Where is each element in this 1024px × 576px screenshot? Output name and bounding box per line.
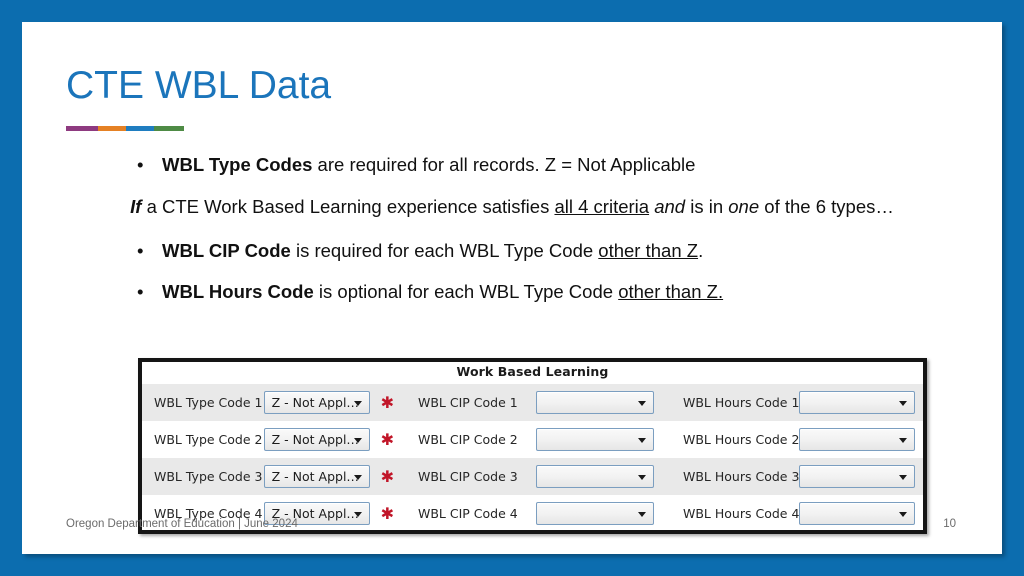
- wbl-type-code-3-value: Z - Not Appl…: [271, 469, 359, 484]
- chevron-down-icon: [353, 511, 362, 517]
- wbl-hours-code-3-group: WBL Hours Code 3: [659, 465, 915, 488]
- required-asterisk-icon: ✱: [380, 466, 394, 486]
- bullet-dot-icon: •: [137, 154, 144, 175]
- page-title: CTE WBL Data: [66, 64, 332, 107]
- wbl-cip-code-4-select[interactable]: [536, 502, 654, 525]
- wbl-cip-code-3-group: WBL CIP Code 3: [394, 465, 659, 488]
- bullet-dot-icon: •: [137, 280, 144, 302]
- bullet-4-underlined: other than Z.: [618, 280, 724, 302]
- chevron-down-icon: [353, 474, 362, 480]
- form-header: Work Based Learning: [142, 362, 923, 384]
- slide-page-number: 10: [943, 518, 956, 530]
- bullet-wbl-cip-code: • WBL CIP Code is required for each WBL T…: [22, 240, 1002, 262]
- table-row: WBL Type Code 1 Z - Not Appl… ✱ WBL CIP …: [142, 384, 923, 421]
- accent-segment-green: [154, 126, 184, 131]
- footer-attribution: Oregon Department of Education | June 20…: [66, 518, 298, 530]
- required-asterisk-icon: ✱: [380, 429, 394, 449]
- accent-segment-purple: [66, 126, 98, 131]
- bullet-1-bold-lead: WBL Type Codes: [162, 154, 313, 175]
- form-section-title: Work Based Learning: [456, 364, 609, 379]
- wbl-type-code-1-label: WBL Type Code 1: [154, 395, 263, 410]
- wbl-hours-code-4-select[interactable]: [799, 502, 915, 525]
- wbl-hours-code-2-group: WBL Hours Code 2: [659, 428, 915, 451]
- wbl-cip-code-1-label: WBL CIP Code 1: [418, 395, 518, 410]
- bullet-1-rest: are required for all records. Z = Not Ap…: [312, 154, 696, 175]
- wbl-hours-code-3-select[interactable]: [799, 465, 915, 488]
- wbl-type-code-3-select[interactable]: Z - Not Appl…: [263, 465, 370, 488]
- statement-part2: is in: [685, 196, 729, 218]
- table-row: WBL Type Code 2 Z - Not Appl… ✱ WBL CIP …: [142, 421, 923, 458]
- bullet-3-underlined: other than Z: [598, 240, 699, 262]
- wbl-hours-code-4-group: WBL Hours Code 4: [659, 502, 915, 525]
- wbl-cip-code-4-label: WBL CIP Code 4: [418, 506, 518, 521]
- wbl-cip-code-2-group: WBL CIP Code 2: [394, 428, 659, 451]
- wbl-type-code-3-group: WBL Type Code 3 Z - Not Appl… ✱: [142, 465, 394, 488]
- bullet-3-bold-lead: WBL CIP Code: [162, 240, 291, 262]
- body-copy: • WBL Type Codes are required for all rec…: [22, 154, 1002, 303]
- wbl-hours-code-4-label: WBL Hours Code 4: [683, 506, 800, 521]
- wbl-hours-code-1-label: WBL Hours Code 1: [683, 395, 800, 410]
- bullet-3-tail: .: [698, 240, 704, 262]
- chevron-down-icon: [638, 437, 646, 443]
- bullet-4-mid: is optional for each WBL Type Code: [313, 280, 619, 302]
- bullet-3-mid: is required for each WBL Type Code: [290, 240, 599, 262]
- wbl-hours-code-1-group: WBL Hours Code 1: [659, 391, 915, 414]
- slide-canvas: CTE WBL Data • WBL Type Codes are require…: [22, 22, 1002, 554]
- wbl-cip-code-4-group: WBL CIP Code 4: [394, 502, 659, 525]
- wbl-cip-code-1-group: WBL CIP Code 1: [394, 391, 659, 414]
- wbl-hours-code-2-select[interactable]: [799, 428, 915, 451]
- required-asterisk-icon: ✱: [380, 503, 394, 523]
- wbl-type-code-2-group: WBL Type Code 2 Z - Not Appl… ✱: [142, 428, 394, 451]
- chevron-down-icon: [638, 400, 646, 406]
- slide-frame: CTE WBL Data • WBL Type Codes are require…: [0, 0, 1024, 576]
- wbl-type-code-2-label: WBL Type Code 2: [154, 432, 263, 447]
- required-asterisk-icon: ✱: [380, 392, 394, 412]
- wbl-type-code-1-group: WBL Type Code 1 Z - Not Appl… ✱: [142, 391, 394, 414]
- wbl-type-code-3-label: WBL Type Code 3: [154, 469, 263, 484]
- wbl-cip-code-3-select[interactable]: [536, 465, 654, 488]
- bullet-wbl-hours-code: • WBL Hours Code is optional for each WBL…: [22, 281, 1002, 303]
- bullet-wbl-type-codes: • WBL Type Codes are required for all rec…: [22, 154, 1002, 176]
- wbl-type-code-2-select[interactable]: Z - Not Appl…: [263, 428, 370, 451]
- wbl-hours-code-1-select[interactable]: [799, 391, 915, 414]
- accent-segment-orange: [97, 126, 127, 131]
- wbl-type-code-1-select[interactable]: Z - Not Appl…: [263, 391, 370, 414]
- wbl-cip-code-1-select[interactable]: [536, 391, 654, 414]
- wbl-cip-code-2-select[interactable]: [536, 428, 654, 451]
- wbl-cip-code-3-label: WBL CIP Code 3: [418, 469, 518, 484]
- wbl-cip-code-2-label: WBL CIP Code 2: [418, 432, 518, 447]
- accent-segment-blue: [126, 126, 155, 131]
- chevron-down-icon: [899, 400, 907, 406]
- table-row: WBL Type Code 3 Z - Not Appl… ✱ WBL CIP …: [142, 458, 923, 495]
- conditional-statement-line: If a CTE Work Based Learning experience …: [22, 196, 1002, 218]
- statement-one: one: [728, 196, 760, 218]
- chevron-down-icon: [353, 400, 362, 406]
- title-accent-rule: [66, 126, 184, 131]
- wbl-type-code-2-value: Z - Not Appl…: [271, 432, 359, 447]
- statement-part3: of the 6 types…: [759, 196, 894, 218]
- statement-all-4-criteria: all 4 criteria: [554, 196, 650, 218]
- chevron-down-icon: [899, 474, 907, 480]
- statement-if: If: [130, 196, 142, 218]
- chevron-down-icon: [899, 437, 907, 443]
- bullet-4-bold-lead: WBL Hours Code: [162, 280, 314, 302]
- chevron-down-icon: [899, 511, 907, 517]
- wbl-type-code-1-value: Z - Not Appl…: [271, 395, 359, 410]
- bullet-dot-icon: •: [137, 240, 144, 262]
- chevron-down-icon: [638, 474, 646, 480]
- chevron-down-icon: [353, 437, 362, 443]
- statement-and: and: [654, 196, 686, 218]
- wbl-hours-code-2-label: WBL Hours Code 2: [683, 432, 800, 447]
- chevron-down-icon: [638, 511, 646, 517]
- statement-part1: a CTE Work Based Learning experience sat…: [141, 196, 555, 218]
- wbl-hours-code-3-label: WBL Hours Code 3: [683, 469, 800, 484]
- work-based-learning-form-screenshot: Work Based Learning WBL Type Code 1 Z - …: [138, 358, 927, 534]
